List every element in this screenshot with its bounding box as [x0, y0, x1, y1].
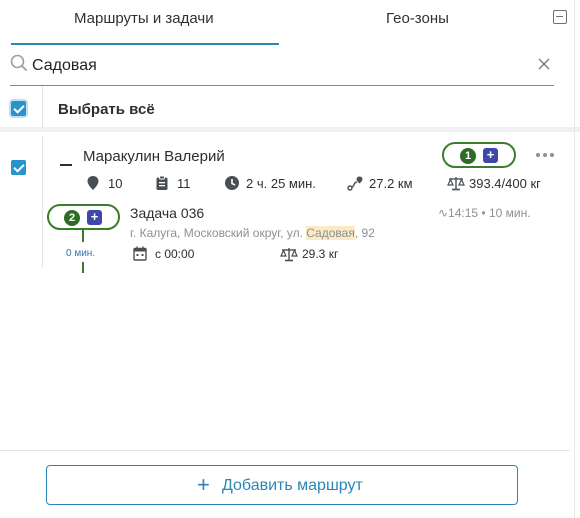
- collapse-panel-icon[interactable]: [553, 10, 567, 24]
- address-text: г. Калуга, Московский округ, ул.: [130, 226, 307, 240]
- address-text: , 92: [354, 226, 375, 240]
- clock-icon: [225, 176, 239, 190]
- select-all-checkbox[interactable]: [11, 101, 26, 116]
- calendar-icon: [133, 246, 147, 261]
- tab-bar: Маршруты и задачи Гео-зоны: [0, 0, 580, 46]
- task-weight-value: 29.3 кг: [302, 247, 339, 261]
- select-all-row: Выбрать всё: [0, 86, 580, 132]
- route-distance-icon: [347, 176, 363, 191]
- search-input[interactable]: [32, 54, 522, 78]
- panel-border: [574, 0, 575, 518]
- driver-name: Маракулин Валерий: [83, 148, 225, 165]
- task-number-badge[interactable]: 2 +: [47, 204, 120, 230]
- clear-search-icon[interactable]: [538, 58, 550, 70]
- scales-icon: [280, 248, 298, 262]
- search-bar: [10, 50, 554, 86]
- clipboard-icon: [156, 175, 168, 190]
- timeline-connector: [82, 230, 84, 242]
- route-weight-value: 393.4/400 кг: [469, 176, 541, 191]
- route-tasks-value: 11: [177, 176, 191, 191]
- add-route-label: Добавить маршрут: [222, 477, 363, 494]
- plus-icon: +: [197, 472, 210, 497]
- task-time: ∿14:15 • 10 мин.: [438, 206, 531, 220]
- tab-geozones[interactable]: Гео-зоны: [386, 10, 449, 27]
- scales-icon: [447, 177, 465, 191]
- collapse-route-icon[interactable]: [60, 164, 72, 166]
- select-all-label: Выбрать всё: [58, 101, 155, 118]
- route-number: 1: [460, 148, 476, 164]
- more-options-icon[interactable]: [535, 152, 555, 158]
- route-points-value: 10: [108, 176, 123, 191]
- route-duration-value: 2 ч. 25 мин.: [246, 176, 316, 191]
- search-match-highlight: Садовая: [306, 226, 355, 240]
- task-title[interactable]: Задача 036: [130, 205, 204, 221]
- column-divider: [42, 137, 43, 267]
- timeline-connector: [82, 262, 84, 273]
- column-divider: [42, 86, 43, 127]
- route-number-badge[interactable]: 1 +: [442, 142, 516, 168]
- route-plus-icon[interactable]: +: [483, 148, 498, 163]
- task-window-value: с 00:00: [155, 247, 195, 261]
- task-duration: 0 мин.: [66, 248, 96, 259]
- map-pin-icon: [87, 176, 99, 190]
- add-route-button[interactable]: + Добавить маршрут: [46, 465, 518, 505]
- search-icon: [10, 54, 28, 72]
- route-distance-value: 27.2 км: [369, 176, 413, 191]
- task-address: г. Калуга, Московский округ, ул. Садовая…: [130, 226, 375, 240]
- footer-divider: [0, 450, 570, 451]
- task-plus-icon[interactable]: +: [87, 210, 102, 225]
- tab-routes-and-tasks[interactable]: Маршруты и задачи: [74, 10, 214, 27]
- active-tab-indicator: [11, 43, 279, 45]
- route-checkbox[interactable]: [11, 160, 26, 175]
- task-number: 2: [64, 210, 80, 226]
